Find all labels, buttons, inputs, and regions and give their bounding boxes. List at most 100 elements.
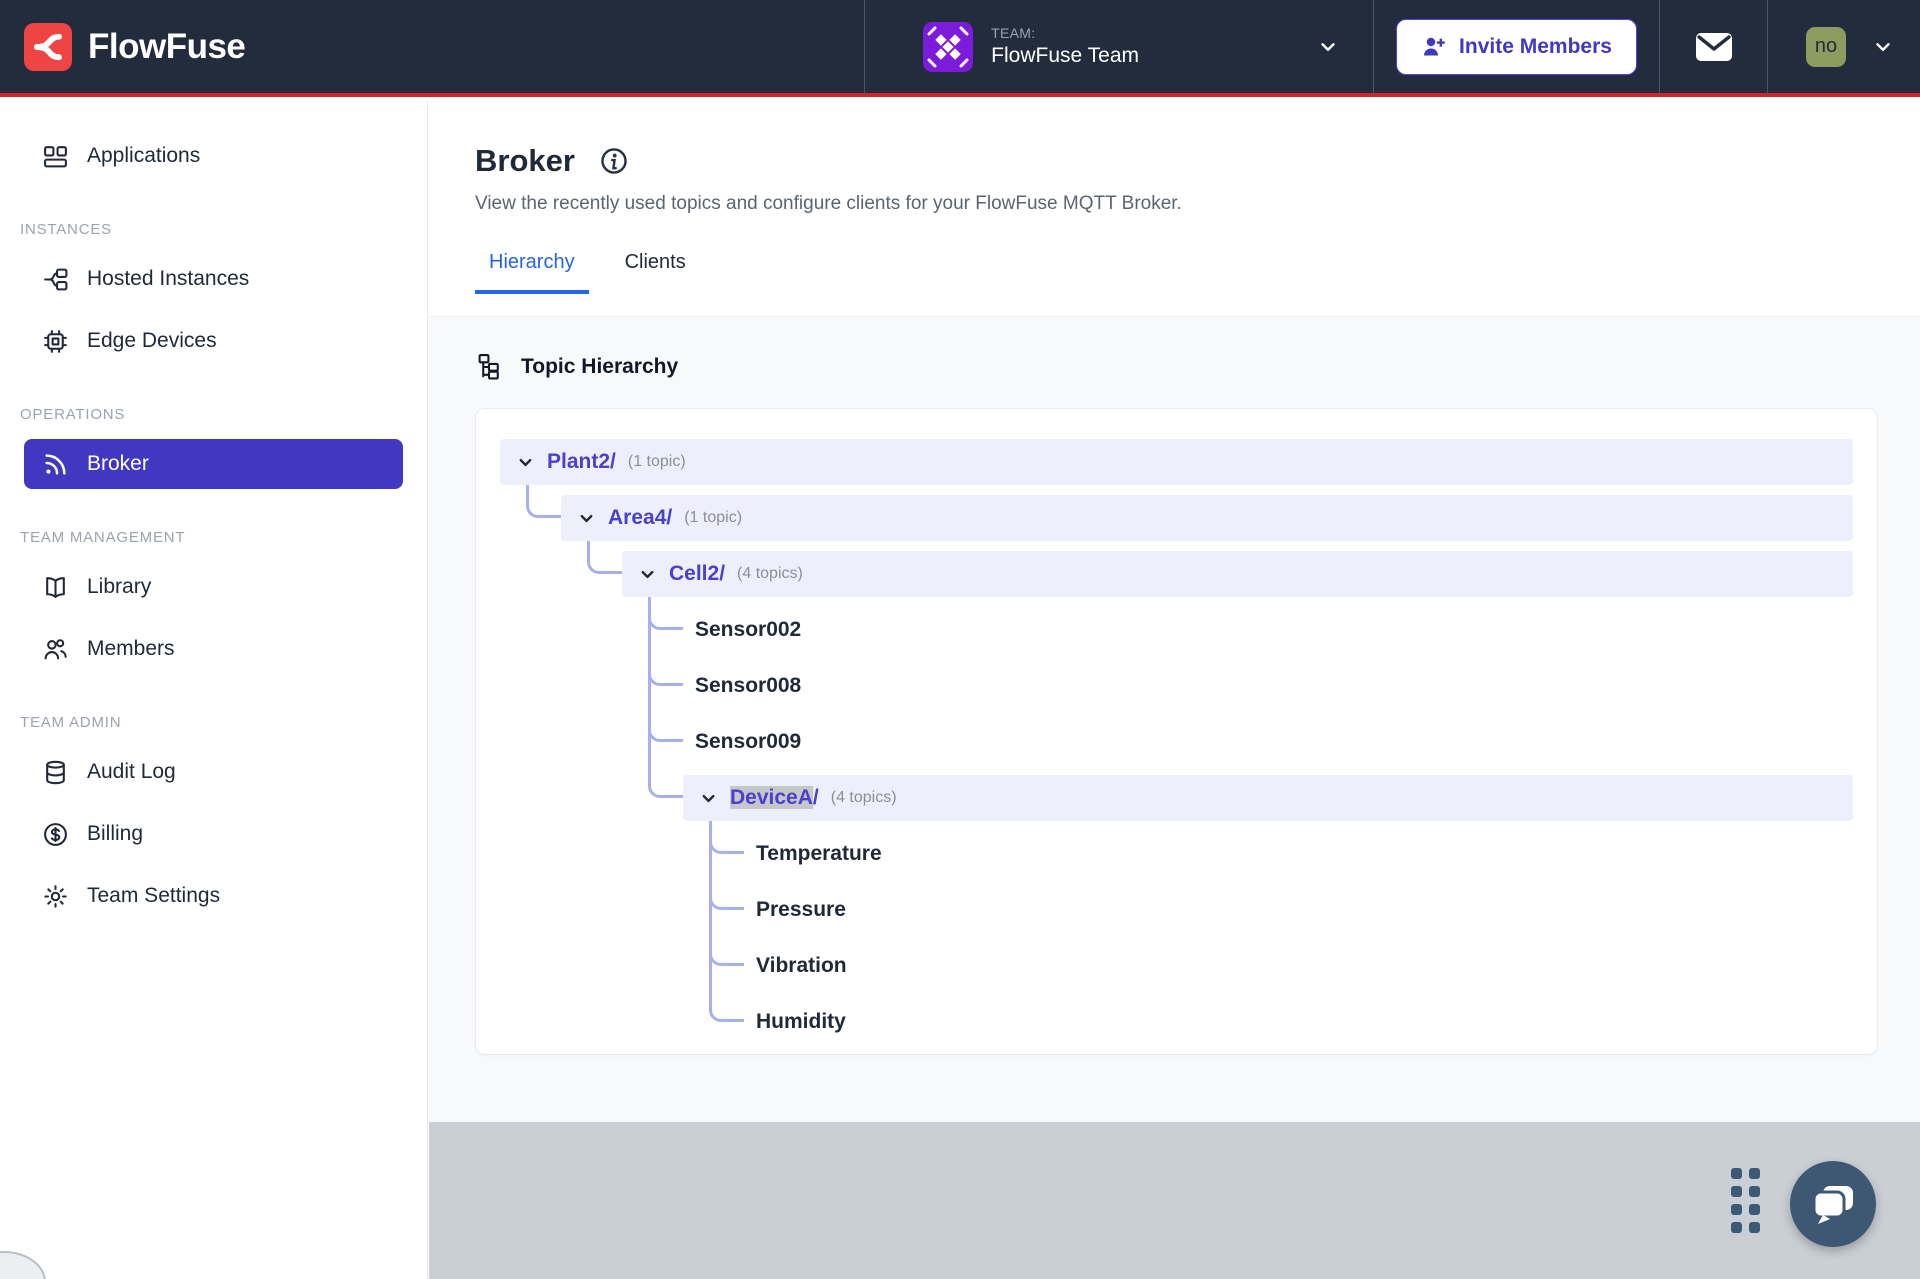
tree-leaf-vibration[interactable]: Vibration: [756, 943, 1853, 989]
chevron-down-icon[interactable]: [577, 509, 596, 528]
team-texts: TEAM: FlowFuse Team: [991, 25, 1139, 68]
sidebar-item-broker[interactable]: Broker: [24, 439, 403, 489]
tree-leaf-label: Temperature: [756, 842, 882, 865]
tree-node-area4[interactable]: Area4/ (1 topic): [561, 495, 1853, 541]
sidebar-item-members[interactable]: Members: [24, 624, 403, 674]
chevron-down-icon[interactable]: [699, 789, 718, 808]
tree-node-count: (1 topic): [627, 453, 686, 470]
sidebar-item-hosted-instances[interactable]: Hosted Instances: [24, 254, 403, 304]
sidebar-item-edge-devices[interactable]: Edge Devices: [24, 316, 403, 366]
tab-clients[interactable]: Clients: [611, 251, 700, 294]
tree-node-label: Plant2/: [547, 450, 616, 473]
tree-connector: [648, 597, 683, 798]
sidebar-section-team-admin: TEAM ADMIN: [20, 714, 122, 731]
team-selector[interactable]: TEAM: FlowFuse Team: [865, 0, 1373, 95]
topic-hierarchy-card: Plant2/ (1 topic) Area4/ (1 topic) Cell2…: [475, 408, 1878, 1055]
sidebar-item-label: Hosted Instances: [87, 267, 250, 290]
tree-node-count: (1 topic): [684, 509, 743, 526]
sidebar-item-label: Audit Log: [87, 760, 176, 783]
sidebar-section-team-management: TEAM MANAGEMENT: [20, 529, 186, 546]
tree-leaf-label: Humidity: [756, 1010, 846, 1033]
drag-dots-handle[interactable]: [1731, 1168, 1760, 1233]
tree-leaf-label: Sensor009: [695, 730, 802, 753]
tree-leaf-sensor002[interactable]: Sensor002: [695, 607, 1853, 653]
tree-leaf-pressure[interactable]: Pressure: [756, 887, 1853, 933]
user-avatar: no: [1806, 26, 1846, 67]
sidebar-item-label: Edge Devices: [87, 329, 217, 352]
tree-leaf-label: Vibration: [756, 954, 847, 977]
sidebar-item-audit-log[interactable]: Audit Log: [24, 747, 403, 797]
app: FlowFuse TEAM: FlowFuse Team Invite Memb…: [0, 0, 1920, 1279]
invite-members-label: Invite Members: [1459, 34, 1612, 58]
footer-gray-area: [429, 1122, 1920, 1279]
chevron-down-icon: [1317, 36, 1339, 58]
invite-members-button[interactable]: Invite Members: [1396, 18, 1637, 75]
tree-node-count: (4 topics): [830, 789, 897, 806]
notifications-button[interactable]: [1660, 0, 1767, 95]
page-header: Broker View the recently used topics and…: [429, 101, 1920, 317]
sidebar-item-library[interactable]: Library: [24, 562, 403, 612]
team-name: FlowFuse Team: [991, 44, 1139, 67]
mail-icon: [1695, 32, 1733, 62]
sidebar-item-label: Broker: [87, 452, 149, 475]
brand-name: FlowFuse: [88, 26, 246, 66]
tree-connector: [526, 485, 561, 518]
tree-leaf-temperature[interactable]: Temperature: [756, 831, 1853, 877]
tree-node-label: Cell2/: [669, 562, 726, 585]
chat-bubbles-icon: [1807, 1178, 1859, 1230]
invite-members-wrap: Invite Members: [1374, 0, 1659, 95]
topic-hierarchy-icon: [477, 353, 504, 380]
invite-person-plus-icon: [1421, 34, 1447, 60]
hierarchy-tab-panel: Topic Hierarchy Plant2/ (1 topic) Area4/…: [429, 317, 1920, 1055]
user-menu[interactable]: no: [1768, 0, 1920, 95]
audit-log-database-icon: [42, 759, 69, 786]
tree-connector: [587, 541, 622, 574]
tab-hierarchy[interactable]: Hierarchy: [475, 251, 589, 294]
sidebar-section-operations: OPERATIONS: [20, 406, 126, 423]
team-label: TEAM:: [991, 25, 1036, 41]
tab-bar: Hierarchy Clients: [475, 251, 1920, 294]
sidebar-item-billing[interactable]: Billing: [24, 809, 403, 859]
applications-icon: [42, 143, 69, 170]
tree-leaf-humidity[interactable]: Humidity: [756, 999, 1853, 1045]
tree-connector: [709, 821, 744, 1022]
section-title: Topic Hierarchy: [521, 354, 679, 378]
billing-dollar-icon: [42, 821, 69, 848]
main-content: Broker View the recently used topics and…: [429, 101, 1920, 1279]
tree-leaf-label: Pressure: [756, 898, 846, 921]
tree-leaf-sensor009[interactable]: Sensor009: [695, 719, 1853, 765]
sidebar-item-label: Billing: [87, 822, 144, 845]
library-book-icon: [42, 574, 69, 601]
sidebar-item-team-settings[interactable]: Team Settings: [24, 871, 403, 921]
top-navbar: FlowFuse TEAM: FlowFuse Team Invite Memb…: [0, 0, 1920, 97]
page-description: View the recently used topics and config…: [475, 193, 1182, 214]
sidebar-section-instances: INSTANCES: [20, 221, 112, 238]
tree-node-devicea[interactable]: DeviceA/ (4 topics): [683, 775, 1853, 821]
brand[interactable]: FlowFuse: [0, 22, 864, 71]
tree-node-label: DeviceA/: [730, 786, 819, 809]
info-icon[interactable]: [599, 146, 629, 176]
sidebar-item-label: Members: [87, 637, 175, 660]
tree-leaf-label: Sensor002: [695, 618, 802, 641]
topic-tree: Plant2/ (1 topic) Area4/ (1 topic) Cell2…: [500, 439, 1853, 1045]
hosted-instances-icon: [42, 266, 69, 293]
sidebar-item-label: Library: [87, 575, 152, 598]
chevron-down-icon: [1872, 36, 1894, 58]
edge-devices-icon: [42, 328, 69, 355]
members-users-icon: [42, 636, 69, 663]
page-title: Broker: [475, 143, 575, 178]
chat-widget-button[interactable]: [1790, 1161, 1876, 1247]
chevron-down-icon[interactable]: [516, 453, 535, 472]
tree-node-count: (4 topics): [737, 565, 803, 582]
tree-leaf-sensor008[interactable]: Sensor008: [695, 663, 1853, 709]
sidebar-item-label: Team Settings: [87, 884, 221, 907]
selected-text: DeviceA: [730, 786, 813, 809]
broker-rss-icon: [42, 451, 69, 478]
chevron-down-icon[interactable]: [638, 565, 657, 584]
sidebar-item-label: Applications: [87, 144, 201, 167]
tree-node-cell2[interactable]: Cell2/ (4 topics): [622, 551, 1853, 597]
sidebar-item-applications[interactable]: Applications: [24, 131, 403, 181]
tree-node-plant2[interactable]: Plant2/ (1 topic): [500, 439, 1853, 485]
tree-leaf-label: Sensor008: [695, 674, 802, 697]
team-avatar-identicon: [923, 21, 974, 72]
